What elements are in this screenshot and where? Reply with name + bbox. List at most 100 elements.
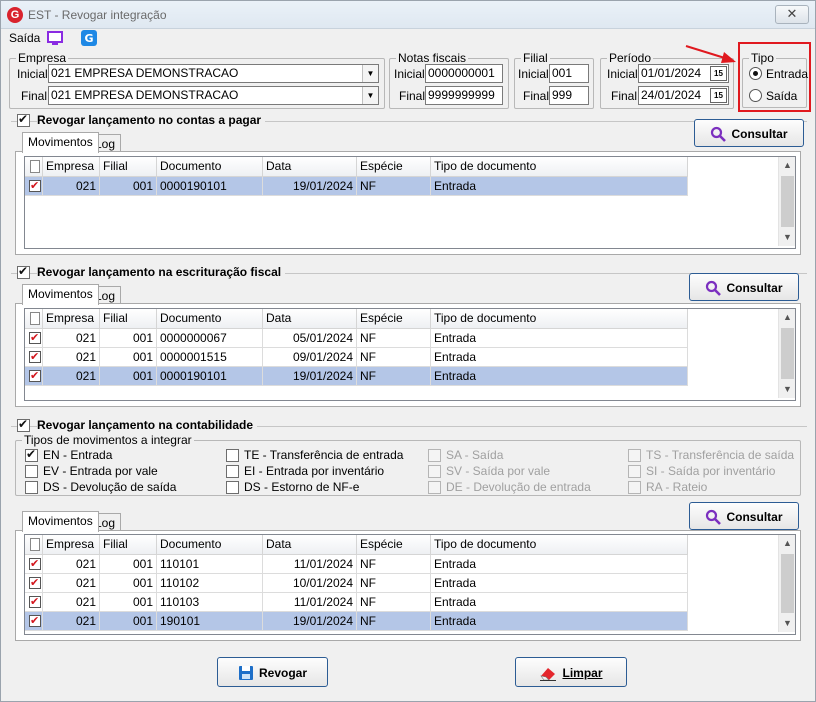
vertical-scrollbar[interactable]: ▲ ▼ (778, 535, 795, 632)
column-header[interactable]: Empresa (43, 157, 100, 177)
row-check-cell[interactable] (25, 574, 43, 593)
contas-pagar-checkbox[interactable] (17, 112, 30, 127)
scroll-up-icon[interactable]: ▲ (779, 157, 796, 174)
calendar-icon[interactable]: 15 (710, 66, 727, 81)
window-title: EST - Revogar integração (28, 8, 167, 22)
column-header[interactable]: Empresa (43, 535, 100, 555)
tipo-movimento-label[interactable]: DS - Estorno de NF-e (244, 480, 359, 494)
scroll-thumb[interactable] (781, 328, 794, 379)
column-header[interactable]: Tipo de documento (431, 309, 688, 329)
app-logo-icon[interactable]: G (81, 30, 97, 49)
scroll-down-icon[interactable]: ▼ (779, 381, 796, 398)
tipo-movimento-checkbox[interactable] (226, 449, 239, 462)
calendar-icon[interactable]: 15 (710, 88, 727, 103)
column-header[interactable]: Documento (157, 535, 263, 555)
consultar-button[interactable]: Consultar (694, 119, 804, 147)
scroll-down-icon[interactable]: ▼ (779, 615, 796, 632)
cell-especie: NF (357, 555, 431, 574)
tab-movimentos[interactable]: Movimentos (22, 284, 99, 305)
table-row[interactable]: 021001000019010119/01/2024NFEntrada (25, 177, 688, 196)
table-row[interactable]: 02100111010210/01/2024NFEntrada (25, 574, 688, 593)
column-header[interactable]: Espécie (357, 157, 431, 177)
tipo-movimento-checkbox[interactable] (226, 465, 239, 478)
contabilidade-title: Revogar lançamento na contabilidade (37, 418, 258, 432)
vertical-scrollbar[interactable]: ▲ ▼ (778, 309, 795, 398)
menu-saida[interactable]: Saída (9, 31, 40, 45)
column-header[interactable]: Filial (100, 157, 157, 177)
chevron-down-icon[interactable]: ▼ (362, 65, 378, 82)
column-header[interactable]: Data (263, 309, 357, 329)
row-check-cell[interactable] (25, 177, 43, 196)
scroll-down-icon[interactable]: ▼ (779, 229, 796, 246)
monitor-icon[interactable] (47, 30, 63, 49)
row-check-cell[interactable] (25, 367, 43, 386)
tab-movimentos[interactable]: Movimentos (22, 511, 99, 532)
row-checkbox[interactable] (29, 329, 41, 347)
column-header[interactable]: Espécie (357, 309, 431, 329)
row-check-cell[interactable] (25, 593, 43, 612)
table-row[interactable]: 021001000000006705/01/2024NFEntrada (25, 329, 688, 348)
scroll-up-icon[interactable]: ▲ (779, 309, 796, 326)
table-row[interactable]: 02100111010111/01/2024NFEntrada (25, 555, 688, 574)
filial-final-input[interactable]: 999 (549, 86, 589, 105)
row-check-cell[interactable] (25, 612, 43, 631)
column-header[interactable]: Filial (100, 535, 157, 555)
column-header[interactable]: Tipo de documento (431, 157, 688, 177)
scroll-thumb[interactable] (781, 554, 794, 613)
table-row[interactable]: 02100119010119/01/2024NFEntrada (25, 612, 688, 631)
contabilidade-checkbox[interactable] (17, 417, 30, 432)
table-row[interactable]: 021001000000151509/01/2024NFEntrada (25, 348, 688, 367)
column-header[interactable]: Data (263, 157, 357, 177)
row-checkbox[interactable] (29, 348, 41, 366)
select-all-column[interactable] (25, 157, 43, 177)
row-check-cell[interactable] (25, 329, 43, 348)
row-check-cell[interactable] (25, 555, 43, 574)
tipo-movimento-checkbox[interactable] (226, 481, 239, 494)
column-header[interactable]: Empresa (43, 309, 100, 329)
table-row[interactable]: 02100111010311/01/2024NFEntrada (25, 593, 688, 612)
row-checkbox[interactable] (29, 367, 41, 385)
scroll-thumb[interactable] (781, 176, 794, 227)
empresa-inicial-select[interactable]: 021 EMPRESA DEMONSTRACAO ▼ (48, 64, 379, 83)
row-checkbox[interactable] (29, 177, 41, 195)
column-header[interactable]: Documento (157, 309, 263, 329)
periodo-inicial-input[interactable]: 01/01/2024 15 (638, 64, 729, 83)
cell-filial: 001 (100, 555, 157, 574)
table-row[interactable]: 021001000019010119/01/2024NFEntrada (25, 367, 688, 386)
column-header[interactable]: Documento (157, 157, 263, 177)
consultar-button[interactable]: Consultar (689, 273, 799, 301)
tipo-movimento-label[interactable]: DS - Devolução de saída (43, 480, 176, 494)
tipo-movimento-label[interactable]: EV - Entrada por vale (43, 464, 158, 478)
periodo-final-input[interactable]: 24/01/2024 15 (638, 86, 729, 105)
column-header[interactable]: Tipo de documento (431, 535, 688, 555)
tipo-movimento-label[interactable]: TE - Transferência de entrada (244, 448, 403, 462)
row-check-cell[interactable] (25, 348, 43, 367)
revogar-button[interactable]: Revogar (217, 657, 328, 687)
tipo-movimento-checkbox[interactable] (25, 447, 38, 462)
close-button[interactable]: ✕ (775, 5, 809, 24)
row-checkbox[interactable] (29, 593, 41, 611)
row-checkbox[interactable] (29, 574, 41, 592)
row-checkbox[interactable] (29, 555, 41, 573)
chevron-down-icon[interactable]: ▼ (362, 87, 378, 104)
limpar-button[interactable]: Limpar (515, 657, 627, 687)
tab-movimentos[interactable]: Movimentos (22, 132, 99, 153)
row-checkbox[interactable] (29, 612, 41, 630)
tipo-movimento-label[interactable]: EI - Entrada por inventário (244, 464, 384, 478)
column-header[interactable]: Espécie (357, 535, 431, 555)
column-header[interactable]: Filial (100, 309, 157, 329)
notas-inicial-input[interactable]: 0000000001 (425, 64, 503, 83)
vertical-scrollbar[interactable]: ▲ ▼ (778, 157, 795, 246)
scroll-up-icon[interactable]: ▲ (779, 535, 796, 552)
select-all-column[interactable] (25, 309, 43, 329)
notas-final-input[interactable]: 9999999999 (425, 86, 503, 105)
tipo-movimento-label[interactable]: EN - Entrada (43, 448, 112, 462)
select-all-column[interactable] (25, 535, 43, 555)
column-header[interactable]: Data (263, 535, 357, 555)
tipo-movimento-checkbox[interactable] (25, 465, 38, 478)
empresa-final-select[interactable]: 021 EMPRESA DEMONSTRACAO ▼ (48, 86, 379, 105)
consultar-button[interactable]: Consultar (689, 502, 799, 530)
tipo-movimento-checkbox[interactable] (25, 481, 38, 494)
escrituracao-checkbox[interactable] (17, 264, 30, 279)
filial-inicial-input[interactable]: 001 (549, 64, 589, 83)
